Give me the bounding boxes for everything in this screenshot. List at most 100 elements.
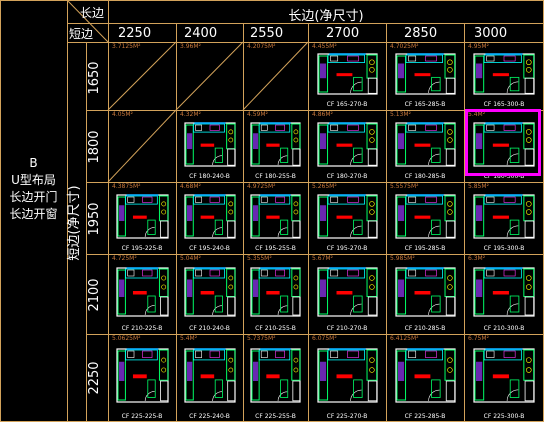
floor-plan (317, 267, 378, 321)
plan-code: CF 210-255-B (255, 325, 296, 332)
row-header: 短边(净尺寸) (67, 185, 82, 261)
plan-code: CF 225-270-B (326, 413, 368, 420)
area-label: 5.85M² (468, 183, 489, 190)
plan-cell[interactable]: 4.68M² CF 195-240-B (176, 182, 243, 254)
floor-plan-drawing (184, 122, 236, 167)
plan-code: CF 180-255-B (255, 173, 296, 180)
area-label: 5.355M² (247, 255, 272, 262)
plan-code: CF 225-240-B (189, 413, 230, 420)
layout-code: B (29, 156, 38, 170)
floor-plan (473, 348, 535, 407)
floor-plan-drawing (116, 194, 169, 239)
plan-cell[interactable]: 5.355M² CF 210-255-B (243, 254, 308, 334)
row-label-1950: 1950 (87, 202, 102, 236)
floor-plan (116, 267, 169, 321)
plan-cell[interactable]: 4.3875M² CF 195-225-B (108, 182, 176, 254)
floor-plan-drawing (250, 194, 301, 239)
area-label: 5.0625M² (112, 335, 141, 342)
plan-cell[interactable]: 5.85M² CF 195-300-B (464, 182, 544, 254)
area-label: 6.4125M² (390, 335, 419, 342)
area-label: 4.2075M² (247, 43, 276, 50)
area-label: 3.96M² (180, 43, 201, 50)
plan-code: CF 210-270-B (326, 325, 368, 332)
floor-plan-drawing (317, 122, 378, 167)
plan-cell[interactable]: 4.59M² CF 180-255-B (243, 110, 308, 182)
plan-cell[interactable]: 5.265M² CF 195-270-B (308, 182, 386, 254)
floor-plan-drawing (473, 267, 535, 317)
floor-plan (395, 53, 456, 99)
area-label: 4.7025M² (390, 43, 419, 50)
plan-code: CF 195-255-B (255, 245, 296, 252)
plan-cell[interactable]: 5.13M² CF 180-285-B (386, 110, 464, 182)
floor-plan (473, 267, 535, 321)
area-label: 4.3875M² (112, 183, 141, 190)
area-label: 6.75M² (468, 335, 489, 342)
floor-plan-drawing (317, 194, 378, 239)
column-header: 长边(净尺寸) (288, 9, 364, 24)
area-label: 5.985M² (390, 255, 415, 262)
plan-code: CF 210-285-B (404, 325, 446, 332)
floor-plan (395, 348, 456, 407)
row-label-2250: 2250 (87, 361, 102, 395)
plan-cell: 4.05M² (108, 110, 176, 182)
floor-plan-drawing (116, 348, 169, 403)
plan-cell[interactable]: 4.95M² CF 165-300-B (464, 42, 544, 110)
row-label-1650: 1650 (87, 61, 102, 95)
area-label: 4.86M² (312, 111, 333, 118)
area-label: 5.67M² (312, 255, 333, 262)
floor-plan-drawing (184, 267, 236, 317)
area-label: 4.9725M² (247, 183, 276, 190)
col-label-2250: 2250 (118, 26, 152, 41)
floor-plan-drawing (395, 348, 456, 403)
plan-cell[interactable]: 4.725M² CF 210-225-B (108, 254, 176, 334)
floor-plan (473, 194, 535, 243)
plan-cell: 3.96M² (176, 42, 243, 110)
col-label-2700: 2700 (326, 26, 360, 41)
area-label: 5.5575M² (390, 183, 419, 190)
floor-plan-drawing (395, 122, 456, 167)
plan-cell[interactable]: 6.075M² CF 225-270-B (308, 334, 386, 422)
floor-plan-drawing (184, 348, 236, 403)
row-label-1800: 1800 (87, 130, 102, 164)
plan-cell[interactable]: 4.32M² CF 180-240-B (176, 110, 243, 182)
plan-code: CF 225-300-B (483, 413, 525, 420)
plan-code: CF 210-300-B (483, 325, 525, 332)
plan-cell[interactable]: 5.67M² CF 210-270-B (308, 254, 386, 334)
floor-plan-drawing (317, 53, 378, 95)
plan-cell[interactable]: 5.5575M² CF 195-285-B (386, 182, 464, 254)
area-label: 6.3M² (468, 255, 486, 262)
plan-cell[interactable]: 4.86M² CF 180-270-B (308, 110, 386, 182)
plan-cell[interactable]: 6.4125M² CF 225-285-B (386, 334, 464, 422)
plan-code: CF 225-225-B (121, 413, 163, 420)
plan-cell[interactable]: 5.4M² CF 225-240-B (176, 334, 243, 422)
plan-cell[interactable]: 4.455M² CF 165-270-B (308, 42, 386, 110)
floor-plan (184, 348, 236, 407)
plan-code: CF 180-285-B (404, 173, 446, 180)
floor-plan-drawing (473, 348, 535, 403)
area-label: 6.075M² (312, 335, 337, 342)
plan-code: CF 195-285-B (404, 245, 446, 252)
plan-cell[interactable]: 5.985M² CF 210-285-B (386, 254, 464, 334)
selected-cell-highlight (465, 109, 541, 176)
layout-type: U型布局 (11, 173, 56, 187)
plan-cell[interactable]: 4.9725M² CF 195-255-B (243, 182, 308, 254)
floor-plan (317, 122, 378, 171)
floor-plan-drawing (116, 267, 169, 317)
area-label: 5.265M² (312, 183, 337, 190)
plan-cell: 4.2075M² (243, 42, 308, 110)
area-label: 3.7125M² (112, 43, 141, 50)
area-label: 4.68M² (180, 183, 201, 190)
plan-cell[interactable]: 5.7375M² CF 225-255-B (243, 334, 308, 422)
plan-cell[interactable]: 5.0625M² CF 225-225-B (108, 334, 176, 422)
plan-code: CF 225-285-B (404, 413, 446, 420)
plan-code: CF 195-270-B (326, 245, 368, 252)
plan-cell[interactable]: 6.3M² CF 210-300-B (464, 254, 544, 334)
floor-plan-drawing (473, 194, 535, 239)
plan-cell[interactable]: 4.7025M² CF 165-285-B (386, 42, 464, 110)
floor-plan (184, 194, 236, 243)
floor-plan (395, 267, 456, 321)
plan-cell[interactable]: 5.04M² CF 210-240-B (176, 254, 243, 334)
plan-cell[interactable]: 6.75M² CF 225-300-B (464, 334, 544, 422)
corner-long-label: 长边 (80, 6, 105, 20)
plan-cell: 3.7125M² (108, 42, 176, 110)
